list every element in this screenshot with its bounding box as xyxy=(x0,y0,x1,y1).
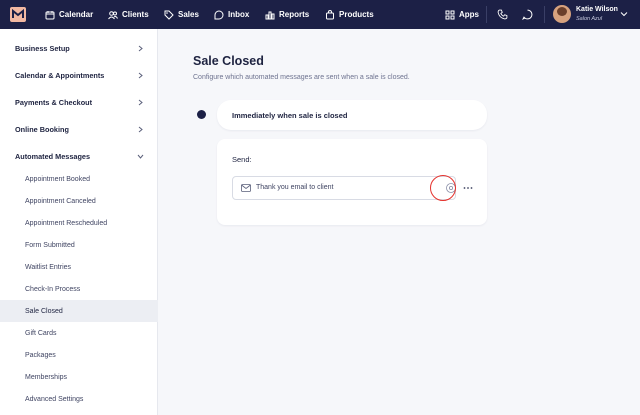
sidebar-item-label: Advanced Settings xyxy=(25,395,84,403)
sidebar-item-waitlist-entries[interactable]: Waitlist Entries xyxy=(0,256,158,278)
chevron-down-icon[interactable] xyxy=(620,10,628,18)
sidebar-item-label: Appointment Booked xyxy=(25,175,90,183)
timeline-dot xyxy=(197,110,206,119)
more-options-icon[interactable] xyxy=(463,186,473,190)
nav-products-label: Products xyxy=(339,10,374,19)
sidebar-section-calendar-appointments[interactable]: Calendar & Appointments xyxy=(0,62,158,89)
nav-apps[interactable]: Apps xyxy=(445,0,479,29)
sidebar-section-label: Payments & Checkout xyxy=(15,98,93,107)
chevron-down-icon xyxy=(137,154,144,159)
inbox-icon xyxy=(214,10,224,19)
nav-reports-label: Reports xyxy=(279,10,310,19)
sidebar-section-label: Automated Messages xyxy=(15,152,91,161)
chat-bubble-icon xyxy=(522,9,533,20)
chevron-right-icon xyxy=(138,72,143,79)
sidebar-item-sale-closed[interactable]: Sale Closed xyxy=(0,300,158,322)
sidebar-section-automated-messages[interactable]: Automated Messages xyxy=(0,143,158,170)
sidebar-item-advanced-settings[interactable]: Advanced Settings xyxy=(0,388,158,410)
sidebar-item-packages[interactable]: Packages xyxy=(0,344,158,366)
user-name[interactable]: Katie Wilson xyxy=(576,6,618,13)
sidebar-section-label: Calendar & Appointments xyxy=(15,71,105,80)
nav-divider xyxy=(544,6,545,23)
reports-icon xyxy=(265,11,275,19)
sidebar-item-label: Waitlist Entries xyxy=(25,263,72,271)
phone-button[interactable] xyxy=(497,0,512,29)
sidebar-section-online-booking[interactable]: Online Booking xyxy=(0,116,158,143)
user-org: Salon Azul xyxy=(576,16,603,22)
nav-divider xyxy=(486,6,487,23)
sidebar-item-label: Memberships xyxy=(25,373,68,381)
products-bag-icon xyxy=(326,9,334,19)
page-title: Sale Closed xyxy=(193,54,264,68)
settings-sidebar: Business Setup Calendar & Appointments P… xyxy=(0,29,158,415)
sidebar-item-label: Form Submitted xyxy=(25,241,75,249)
nav-sales[interactable]: Sales xyxy=(164,0,199,29)
page-description: Configure which automated messages are s… xyxy=(193,74,410,81)
nav-calendar[interactable]: Calendar xyxy=(45,0,93,29)
preview-eye-icon[interactable] xyxy=(445,182,457,194)
message-name: Thank you email to client xyxy=(256,184,334,191)
sidebar-item-appointment-canceled[interactable]: Appointment Canceled xyxy=(0,190,158,212)
nav-sales-label: Sales xyxy=(178,10,199,19)
nav-inbox[interactable]: Inbox xyxy=(214,0,249,29)
trigger-card[interactable]: Immediately when sale is closed xyxy=(217,100,487,130)
message-selector[interactable]: Thank you email to client xyxy=(232,176,456,200)
app-logo-icon[interactable] xyxy=(10,7,26,22)
nav-products[interactable]: Products xyxy=(325,0,374,29)
apps-grid-icon xyxy=(445,10,455,19)
nav-clients-label: Clients xyxy=(122,10,149,19)
chevron-right-icon xyxy=(138,45,143,52)
sidebar-item-memberships[interactable]: Memberships xyxy=(0,366,158,388)
sidebar-item-label: Check-In Process xyxy=(25,285,81,293)
chevron-right-icon xyxy=(138,99,143,106)
nav-reports[interactable]: Reports xyxy=(265,0,309,29)
clients-icon xyxy=(108,10,118,19)
sidebar-item-appointment-booked[interactable]: Appointment Booked xyxy=(0,168,158,190)
sidebar-section-label: Business Setup xyxy=(15,44,70,53)
send-label: Send: xyxy=(232,155,252,164)
send-card: Send: Thank you email to client xyxy=(217,139,487,225)
chat-button[interactable] xyxy=(522,0,537,29)
nav-inbox-label: Inbox xyxy=(228,10,250,19)
sidebar-item-label: Appointment Canceled xyxy=(25,197,96,205)
sidebar-item-label: Appointment Rescheduled xyxy=(25,219,108,227)
avatar[interactable] xyxy=(553,5,571,23)
nav-clients[interactable]: Clients xyxy=(108,0,149,29)
sidebar-item-label: Packages xyxy=(25,351,56,359)
calendar-icon xyxy=(45,10,55,19)
mail-icon xyxy=(241,184,251,192)
sidebar-section-business-setup[interactable]: Business Setup xyxy=(0,35,158,62)
sidebar-item-form-submitted[interactable]: Form Submitted xyxy=(0,234,158,256)
sidebar-section-label: Online Booking xyxy=(15,125,69,134)
chevron-right-icon xyxy=(138,126,143,133)
nav-calendar-label: Calendar xyxy=(59,10,94,19)
sidebar-item-check-in-process[interactable]: Check-In Process xyxy=(0,278,158,300)
sidebar-item-appointment-rescheduled[interactable]: Appointment Rescheduled xyxy=(0,212,158,234)
phone-icon xyxy=(497,9,508,20)
sidebar-item-label: Gift Cards xyxy=(25,329,57,337)
sidebar-section-payments-checkout[interactable]: Payments & Checkout xyxy=(0,89,158,116)
sidebar-item-gift-cards[interactable]: Gift Cards xyxy=(0,322,158,344)
nav-apps-label: Apps xyxy=(459,10,479,19)
trigger-label: Immediately when sale is closed xyxy=(232,110,348,120)
sidebar-item-label: Sale Closed xyxy=(25,307,63,315)
sales-tag-icon xyxy=(164,10,174,20)
top-nav-bar: Calendar Clients Sales Inbox Reports Pro… xyxy=(0,0,640,29)
